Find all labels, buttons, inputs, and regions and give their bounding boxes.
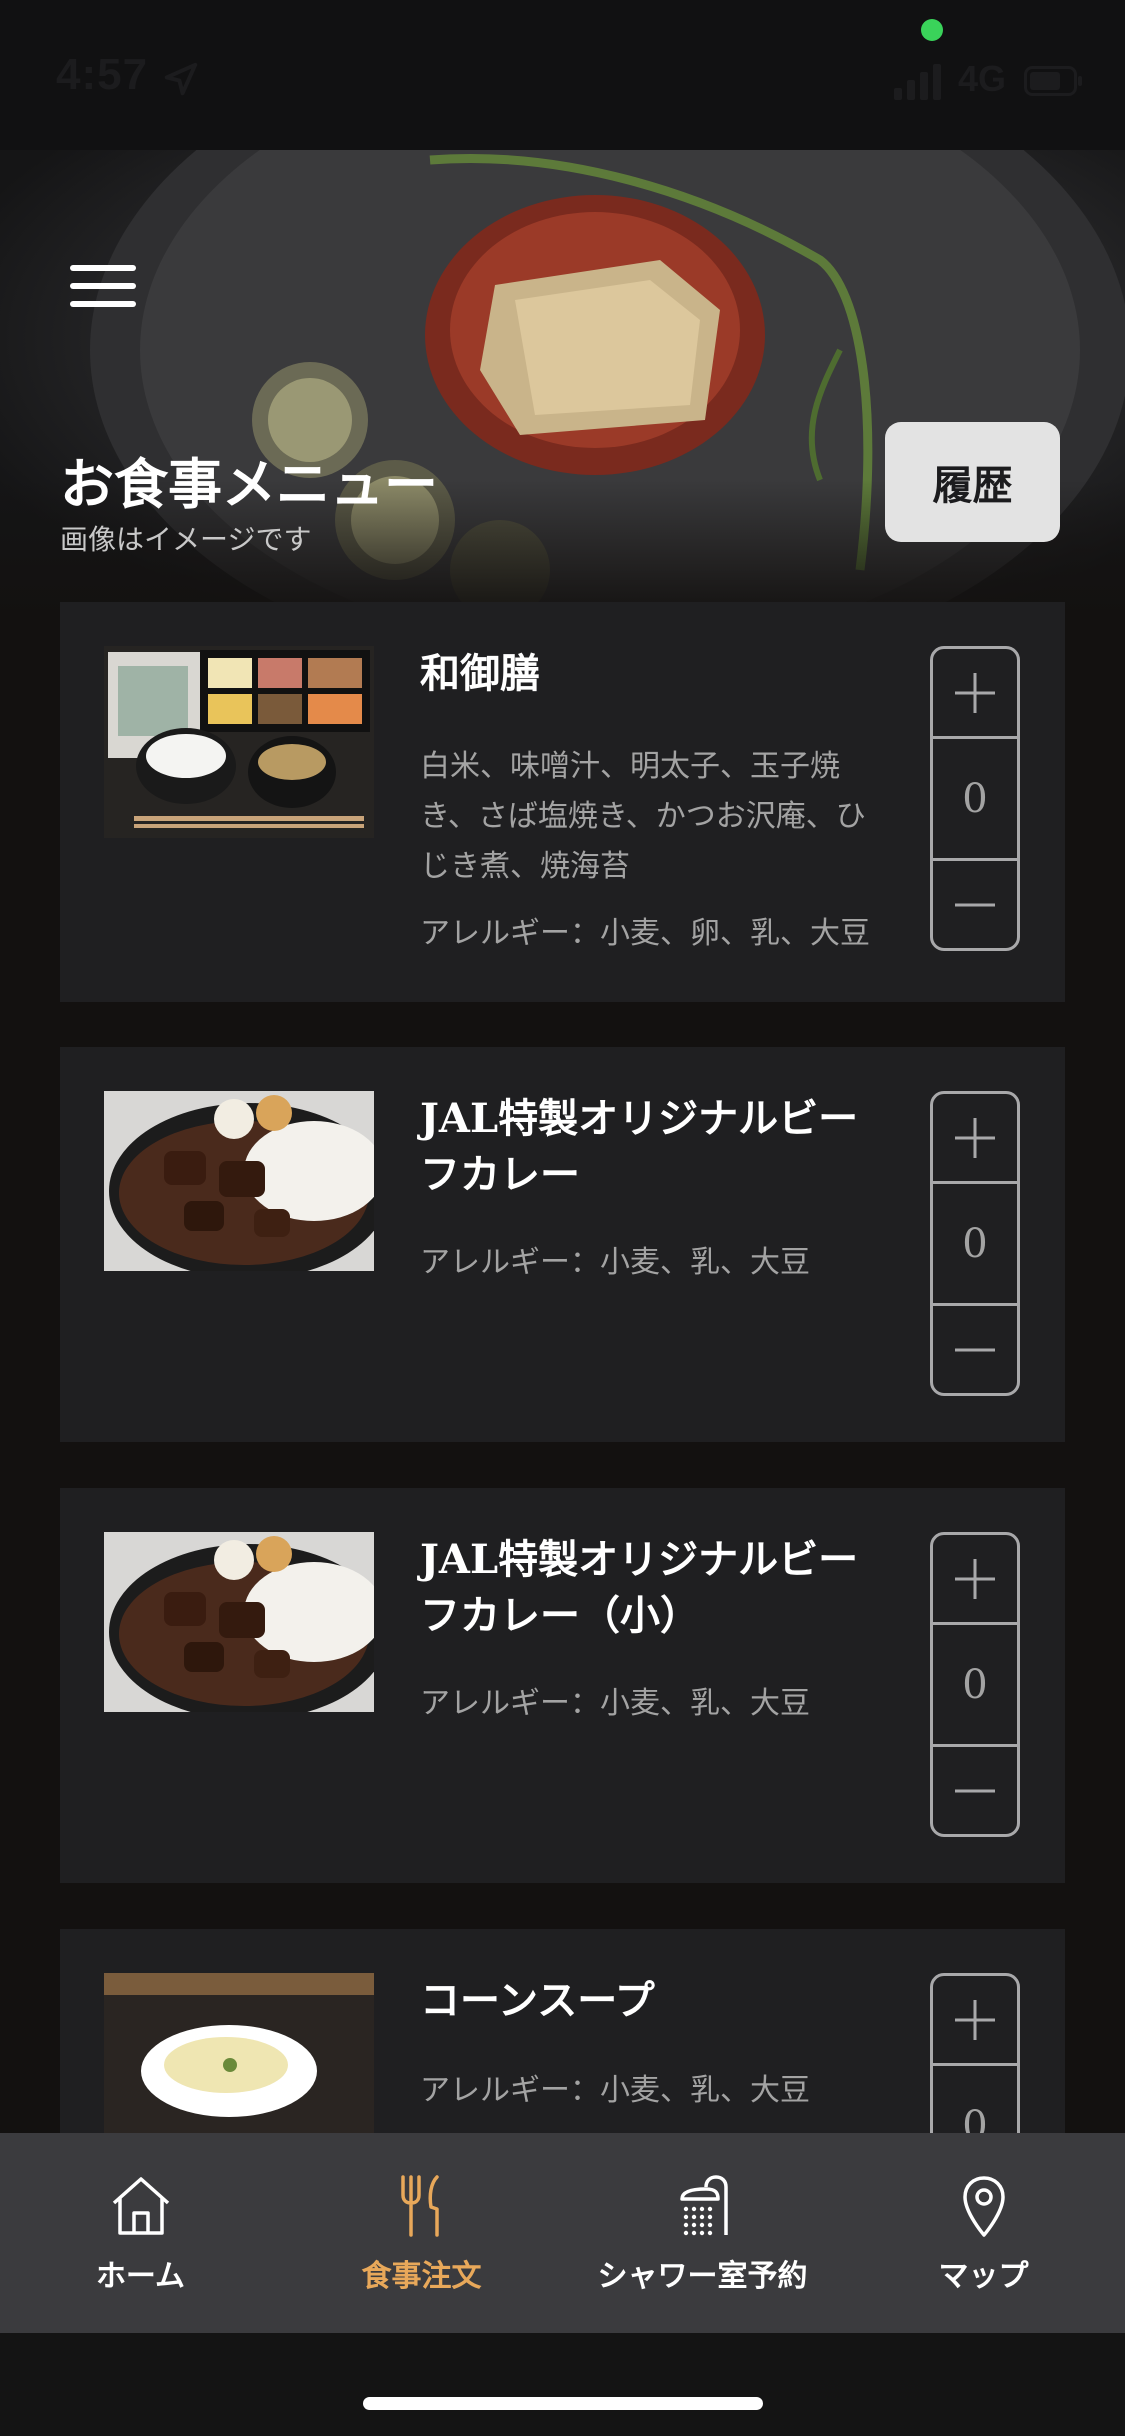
menu-item-card: JAL特製オリジナルビーフカレー アレルギー：小麦、乳、大豆 0 xyxy=(60,1047,1065,1442)
page-subtitle: 画像はイメージです xyxy=(60,523,312,556)
battery-icon xyxy=(1024,66,1082,96)
tab-label: ホーム xyxy=(95,2259,186,2294)
bottom-tab-bar: ホーム 食事注文 シャワー室予約 マップ xyxy=(0,2133,1125,2333)
tab-map[interactable]: マップ xyxy=(843,2133,1124,2333)
beef-curry-image xyxy=(104,1091,374,1271)
plus-icon xyxy=(955,1558,995,1599)
menu-item-description: 白米、味噌汁、明太子、玉子焼き、さば塩焼き、かつお沢庵、ひじき煮、焼海苔 xyxy=(420,749,866,884)
decrement-button[interactable] xyxy=(933,858,1017,948)
network-type: 4G xyxy=(958,58,1007,99)
tab-shower-reservation[interactable]: シャワー室予約 xyxy=(562,2133,843,2333)
home-indicator-area xyxy=(0,2333,1125,2436)
quantity-stepper: 0 xyxy=(930,1091,1020,1396)
menu-item-card: 和御膳 白米、味噌汁、明太子、玉子焼き、さば塩焼き、かつお沢庵、ひじき煮、焼海苔… xyxy=(60,602,1065,1002)
corn-soup-image xyxy=(104,1973,374,2153)
menu-item-allergy: アレルギー：小麦、乳、大豆 xyxy=(420,2073,810,2108)
menu-item-allergy: アレルギー：小麦、卵、乳、大豆 xyxy=(420,916,870,951)
fork-knife-icon xyxy=(401,2175,439,2237)
status-time: 4:57 xyxy=(56,50,149,99)
japanese-set-meal-image xyxy=(104,646,374,838)
menu-item-name: 和御膳 xyxy=(420,650,540,697)
decrement-button[interactable] xyxy=(933,1744,1017,1834)
minus-icon xyxy=(955,903,995,906)
page-title: お食事メニュー xyxy=(60,452,438,516)
increment-button[interactable] xyxy=(933,1535,1017,1625)
home-icon xyxy=(112,2177,170,2235)
increment-button[interactable] xyxy=(933,649,1017,739)
privacy-indicator xyxy=(921,19,943,41)
tab-label: シャワー室予約 xyxy=(597,2259,808,2294)
status-bar: 4:57 4G xyxy=(0,0,1125,150)
location-arrow-icon xyxy=(164,62,198,96)
tab-label: マップ xyxy=(938,2259,1029,2294)
tab-label: 食事注文 xyxy=(361,2259,482,2294)
minus-icon xyxy=(955,1348,995,1351)
tab-home[interactable]: ホーム xyxy=(0,2133,281,2333)
plus-icon xyxy=(955,1117,995,1158)
menu-item-card: JAL特製オリジナルビーフカレー（小） アレルギー：小麦、乳、大豆 0 xyxy=(60,1488,1065,1883)
signal-icon xyxy=(894,64,941,100)
hero-header: お食事メニュー 画像はイメージです 履歴 xyxy=(0,150,1125,620)
beef-curry-small-image xyxy=(104,1532,374,1712)
menu-item-allergy: アレルギー：小麦、乳、大豆 xyxy=(420,1245,810,1280)
menu-item-allergy: アレルギー：小麦、乳、大豆 xyxy=(420,1686,810,1721)
history-button[interactable]: 履歴 xyxy=(885,422,1060,542)
menu-item-name: JAL特製オリジナルビーフカレー xyxy=(420,1095,859,1198)
shower-icon xyxy=(680,2175,728,2236)
decrement-button[interactable] xyxy=(933,1303,1017,1393)
minus-icon xyxy=(955,1789,995,1792)
quantity-stepper: 0 xyxy=(930,646,1020,951)
tab-meal-order[interactable]: 食事注文 xyxy=(281,2133,562,2333)
increment-button[interactable] xyxy=(933,1976,1017,2066)
increment-button[interactable] xyxy=(933,1094,1017,1184)
plus-icon xyxy=(955,1999,995,2040)
plus-icon xyxy=(955,672,995,713)
map-pin-icon xyxy=(963,2176,1005,2237)
quantity-value: 0 xyxy=(962,1661,988,1708)
menu-item-name: JAL特製オリジナルビーフカレー（小） xyxy=(420,1536,859,1639)
hamburger-menu-icon[interactable] xyxy=(70,255,140,315)
home-indicator[interactable] xyxy=(363,2397,763,2410)
quantity-stepper: 0 xyxy=(930,1532,1020,1837)
quantity-value: 0 xyxy=(962,775,988,822)
quantity-value: 0 xyxy=(962,1220,988,1267)
menu-item-name: コーンスープ xyxy=(420,1977,655,2024)
